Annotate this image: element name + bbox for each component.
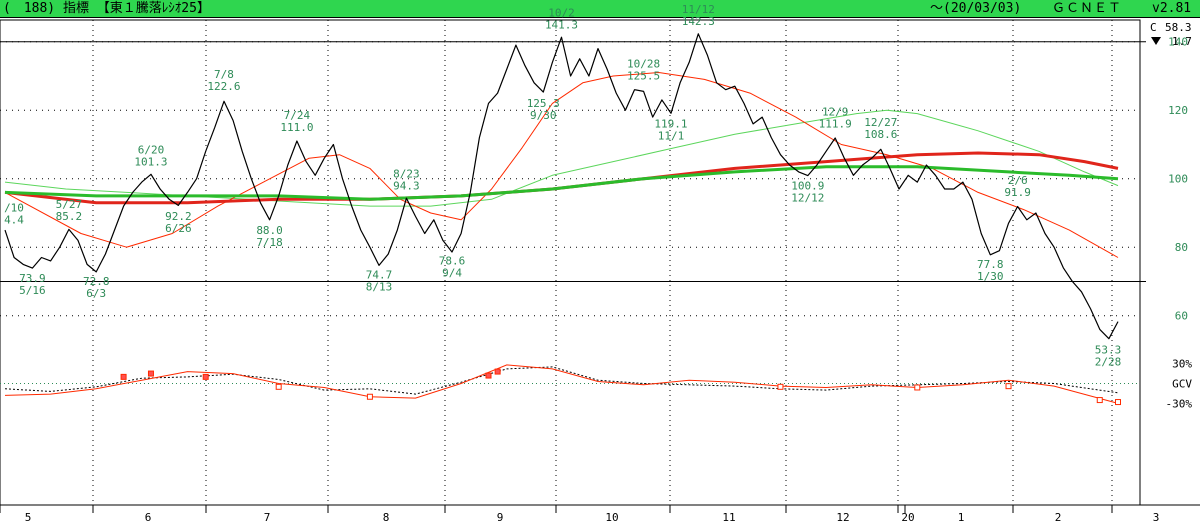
y-tick-label: 80 bbox=[1175, 241, 1188, 254]
data-label: 10/28125.5 bbox=[627, 58, 660, 83]
data-label: 53.32/28 bbox=[1095, 344, 1122, 369]
data-label-text: 141.3 bbox=[545, 18, 578, 31]
down-triangle-icon bbox=[1151, 37, 1161, 45]
data-label: 10/2141.3 bbox=[545, 6, 578, 31]
oscillator-marker bbox=[485, 372, 492, 379]
data-label-text: 125.5 bbox=[627, 70, 660, 83]
data-label-text: 9/30 bbox=[530, 109, 557, 122]
data-label-text: 4.4 bbox=[4, 214, 24, 227]
data-label-text: 111.9 bbox=[819, 118, 852, 131]
data-label-text: 8/13 bbox=[366, 280, 393, 293]
data-label-text: 9/4 bbox=[442, 267, 462, 280]
data-label-text: 11/1 bbox=[658, 130, 685, 143]
data-label: 72.86/3 bbox=[83, 275, 110, 300]
close-label: C bbox=[1150, 21, 1157, 34]
moving-average-mid bbox=[4, 109, 1119, 207]
data-label-text: 2/28 bbox=[1095, 356, 1122, 369]
chart-canvas: 30% GCV -30% /104.4 73.95/16 5/2785.2 72.86/3… bbox=[0, 3, 1200, 524]
series-layer bbox=[4, 33, 1119, 340]
moving-average-longer bbox=[4, 165, 1119, 201]
data-label-text: 101.3 bbox=[134, 155, 167, 168]
month-label: 8 bbox=[383, 511, 390, 524]
data-label-text: 85.2 bbox=[56, 210, 83, 223]
oscillator-marker bbox=[1096, 397, 1103, 404]
oscillator-marker bbox=[914, 384, 921, 391]
data-label-text: 122.6 bbox=[207, 80, 240, 93]
month-label: 2 bbox=[1055, 511, 1062, 524]
oscillator-marker bbox=[494, 368, 501, 375]
data-label: 100.912/12 bbox=[791, 179, 824, 204]
data-label-text: 142.3 bbox=[682, 15, 715, 28]
data-label: 2/691.9 bbox=[1004, 174, 1031, 199]
oscillator-marker bbox=[1115, 399, 1121, 406]
oscillator-label: 30% bbox=[1172, 358, 1192, 371]
oscillator-label: -30% bbox=[1166, 397, 1193, 410]
data-label-text: 12/12 bbox=[791, 191, 824, 204]
data-label: 74.78/13 bbox=[366, 268, 393, 293]
data-label: 11/12142.3 bbox=[682, 3, 715, 28]
oscillator-marker bbox=[202, 373, 209, 380]
month-label: 9 bbox=[497, 511, 504, 524]
data-label-text: 111.0 bbox=[280, 121, 313, 134]
data-label-text: 6/3 bbox=[86, 287, 106, 300]
month-label: 1 bbox=[958, 511, 965, 524]
oscillator-label: GCV bbox=[1172, 378, 1192, 391]
data-label-text: 6/26 bbox=[165, 222, 192, 235]
data-label-text: 94.3 bbox=[393, 179, 420, 192]
data-label: 88.07/18 bbox=[256, 224, 283, 249]
oscillator-marker bbox=[120, 373, 127, 380]
month-label: 6 bbox=[145, 511, 152, 524]
data-label: 73.95/16 bbox=[19, 272, 46, 297]
oscillator-marker bbox=[147, 370, 154, 377]
oscillator-marker bbox=[366, 393, 373, 400]
annotation-layer: /104.4 73.95/16 5/2785.2 72.86/3 6/20101.3 92… bbox=[4, 3, 1121, 369]
oscillator-marker bbox=[275, 383, 282, 390]
breadth-ratio-line bbox=[4, 33, 1119, 340]
data-label: 5/2785.2 bbox=[56, 198, 83, 223]
data-label: 6/20101.3 bbox=[134, 143, 167, 168]
data-label-text: 108.6 bbox=[864, 128, 897, 141]
month-label: 3 bbox=[1153, 511, 1160, 524]
grid bbox=[0, 19, 1200, 506]
data-label-text: 91.9 bbox=[1004, 186, 1031, 199]
y-tick-label: 100 bbox=[1168, 173, 1188, 186]
oscillator-marker bbox=[777, 383, 784, 390]
data-label-text: 7/18 bbox=[256, 236, 283, 249]
month-label: 10 bbox=[605, 511, 618, 524]
data-label: 77.81/30 bbox=[977, 258, 1004, 283]
change-value: 1.7 bbox=[1172, 35, 1192, 48]
plot-frame bbox=[0, 19, 1141, 506]
data-label-text: 1/30 bbox=[977, 270, 1004, 283]
month-label: 5 bbox=[25, 511, 32, 524]
oscillator-marker bbox=[1005, 383, 1012, 390]
data-label: 119.111/1 bbox=[654, 118, 687, 143]
y-tick-label: 120 bbox=[1168, 104, 1188, 117]
close-value: 58.3 bbox=[1165, 21, 1192, 34]
month-label: 11 bbox=[722, 511, 735, 524]
data-label: 7/24111.0 bbox=[280, 109, 313, 134]
data-label: 125.39/30 bbox=[527, 97, 560, 122]
data-label: 78.69/4 bbox=[439, 255, 466, 280]
oscillator-red-line bbox=[4, 364, 1119, 404]
oscillator-panel: 30% GCV -30% bbox=[0, 358, 1193, 410]
month-label: 20 bbox=[901, 511, 914, 524]
month-label: 7 bbox=[264, 511, 271, 524]
y-tick-label: 60 bbox=[1175, 310, 1188, 323]
data-label: 8/2394.3 bbox=[393, 167, 420, 192]
data-label-text: 5/16 bbox=[19, 284, 46, 297]
data-label: 12/27108.6 bbox=[864, 116, 897, 141]
month-label: 12 bbox=[836, 511, 849, 524]
data-label: /104.4 bbox=[4, 202, 24, 227]
axis-layer: 5 6 7 8 9 10 11 12 20 1 2 31401201008060 bbox=[0, 36, 1188, 524]
data-label: 12/9111.9 bbox=[819, 106, 852, 131]
data-label: 7/8122.6 bbox=[207, 68, 240, 93]
data-label: 92.26/26 bbox=[165, 210, 192, 235]
